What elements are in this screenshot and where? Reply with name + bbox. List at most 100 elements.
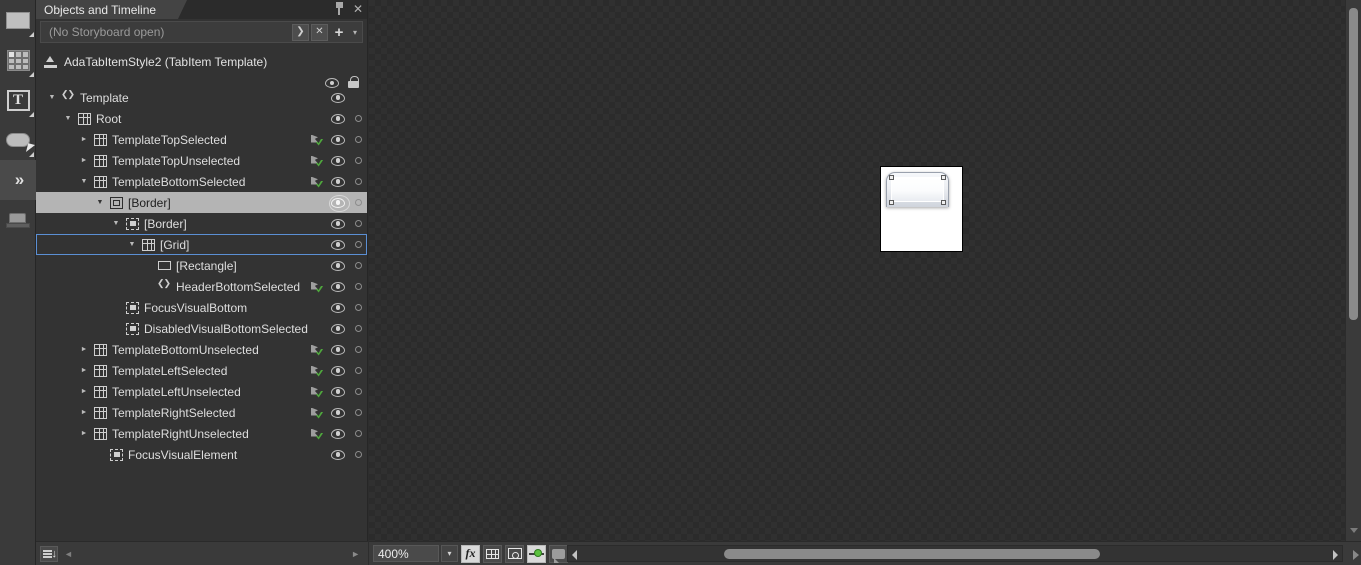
resize-handle-top-right[interactable]: [941, 175, 946, 180]
lock-toggle[interactable]: [349, 346, 367, 353]
tab-item-preview[interactable]: [886, 172, 949, 207]
visibility-toggle[interactable]: [327, 218, 349, 229]
storyboard-picker-button[interactable]: ❯: [292, 23, 309, 41]
lock-toggle[interactable]: [349, 283, 367, 290]
scroll-right-button[interactable]: ►: [351, 549, 360, 559]
lock-toggle[interactable]: [349, 367, 367, 374]
visibility-toggle[interactable]: [327, 134, 349, 145]
grid-panel-tool[interactable]: [0, 40, 36, 80]
chevron-down-icon[interactable]: ▼: [126, 234, 138, 255]
chevron-right-icon[interactable]: ►: [78, 129, 90, 150]
visibility-toggle[interactable]: [327, 386, 349, 397]
visibility-toggle[interactable]: [327, 92, 349, 103]
tree-row[interactable]: ▼ TemplateBottomSelected: [36, 171, 367, 192]
has-animation-icon[interactable]: [307, 134, 327, 146]
lock-toggle[interactable]: [349, 430, 367, 437]
chevron-right-icon[interactable]: ►: [78, 423, 90, 444]
tree-row[interactable]: ▼ [Grid]: [36, 234, 367, 255]
scroll-left-button[interactable]: ◄: [64, 549, 73, 559]
resize-handle-bottom-right[interactable]: [941, 200, 946, 205]
visibility-toggle[interactable]: [327, 323, 349, 334]
lock-toggle[interactable]: [349, 325, 367, 332]
tree-row[interactable]: ► TemplateBottomUnselected: [36, 339, 367, 360]
annotations-button[interactable]: [549, 544, 568, 563]
lock-toggle[interactable]: [349, 178, 367, 185]
lock-toggle[interactable]: [349, 388, 367, 395]
show-grid-button[interactable]: [483, 544, 502, 563]
scroll-left-icon[interactable]: [572, 550, 577, 560]
visibility-toggle[interactable]: [327, 365, 349, 376]
tree-row[interactable]: DisabledVisualBottomSelected: [36, 318, 367, 339]
zoom-dropdown-button[interactable]: ▾: [441, 545, 458, 562]
lock-toggle[interactable]: [349, 199, 367, 206]
visibility-toggle[interactable]: [327, 239, 349, 250]
design-canvas[interactable]: 400% ▾ fx: [369, 0, 1361, 565]
has-animation-icon[interactable]: [307, 365, 327, 377]
visibility-toggle[interactable]: [327, 449, 349, 460]
tree-row[interactable]: ► TemplateLeftUnselected: [36, 381, 367, 402]
tree-row[interactable]: FocusVisualElement: [36, 444, 367, 465]
chevron-down-icon[interactable]: ▼: [62, 108, 74, 129]
snap-to-snaplines-button[interactable]: [527, 544, 546, 563]
lock-toggle[interactable]: [349, 451, 367, 458]
lock-toggle[interactable]: [349, 241, 367, 248]
artboard[interactable]: [880, 166, 963, 252]
scroll-right-icon[interactable]: [1333, 550, 1338, 560]
visibility-toggle[interactable]: [327, 155, 349, 166]
visibility-toggle[interactable]: [327, 260, 349, 271]
visibility-toggle[interactable]: [327, 176, 349, 187]
chevron-down-icon[interactable]: ▼: [46, 87, 58, 108]
chevron-down-icon[interactable]: ▼: [78, 171, 90, 192]
snap-to-gridlines-button[interactable]: [505, 544, 524, 563]
tab-objects-and-timeline[interactable]: Objects and Timeline: [36, 0, 188, 19]
show-all-layers-icon[interactable]: [40, 545, 58, 562]
chevron-down-icon[interactable]: ▼: [110, 213, 122, 234]
storyboard-close-button[interactable]: ✕: [311, 23, 328, 41]
visibility-toggle[interactable]: [327, 428, 349, 439]
collapse-panel-button[interactable]: [1353, 550, 1359, 560]
scope-up-icon[interactable]: [44, 56, 57, 68]
camera-3d-tool[interactable]: [0, 200, 36, 240]
lock-toggle[interactable]: [349, 115, 367, 122]
has-animation-icon[interactable]: [307, 386, 327, 398]
lock-toggle[interactable]: [349, 304, 367, 311]
lock-toggle[interactable]: [349, 157, 367, 164]
objects-tree[interactable]: ▼ Template ▼ Root ► TemplateTopSelected ► Templ…: [36, 87, 367, 541]
resize-handle-top-left[interactable]: [889, 175, 894, 180]
lock-toggle[interactable]: [349, 409, 367, 416]
tree-row[interactable]: ▼ Template: [36, 87, 367, 108]
visibility-toggle[interactable]: [327, 281, 349, 292]
selection-rectangle-tool[interactable]: [0, 0, 36, 40]
effects-toggle-button[interactable]: fx: [461, 544, 480, 563]
chevron-right-icon[interactable]: ►: [78, 339, 90, 360]
chevron-right-icon[interactable]: ►: [78, 381, 90, 402]
chevron-down-icon[interactable]: ▼: [94, 192, 106, 213]
zoom-input[interactable]: 400%: [373, 545, 439, 562]
visibility-toggle[interactable]: [327, 344, 349, 355]
visibility-toggle[interactable]: [327, 195, 350, 212]
pin-icon[interactable]: [334, 2, 345, 15]
new-storyboard-button[interactable]: +: [330, 23, 348, 41]
visibility-toggle[interactable]: [327, 407, 349, 418]
tree-row[interactable]: ▼ [Border]: [36, 213, 367, 234]
tree-row[interactable]: ► TemplateTopUnselected: [36, 150, 367, 171]
has-animation-icon[interactable]: [307, 281, 327, 293]
scroll-down-icon[interactable]: [1350, 528, 1358, 533]
text-tool[interactable]: T: [0, 80, 36, 120]
lock-toggle[interactable]: [349, 220, 367, 227]
tree-row[interactable]: [Rectangle]: [36, 255, 367, 276]
has-animation-icon[interactable]: [307, 176, 327, 188]
visibility-toggle[interactable]: [327, 302, 349, 313]
chevron-right-icon[interactable]: ►: [78, 360, 90, 381]
horizontal-scrollbar-thumb[interactable]: [724, 549, 1100, 559]
canvas-vertical-scrollbar[interactable]: [1345, 0, 1361, 541]
resize-handle-bottom-left[interactable]: [889, 200, 894, 205]
tree-row[interactable]: ► TemplateRightUnselected: [36, 423, 367, 444]
vertical-scrollbar-thumb[interactable]: [1349, 8, 1358, 320]
has-animation-icon[interactable]: [307, 155, 327, 167]
tree-row[interactable]: FocusVisualBottom: [36, 297, 367, 318]
tree-row[interactable]: ▼ [Border]: [36, 192, 367, 213]
button-control-tool[interactable]: [0, 120, 36, 160]
chevron-right-icon[interactable]: ►: [78, 150, 90, 171]
close-icon[interactable]: ✕: [353, 3, 363, 15]
